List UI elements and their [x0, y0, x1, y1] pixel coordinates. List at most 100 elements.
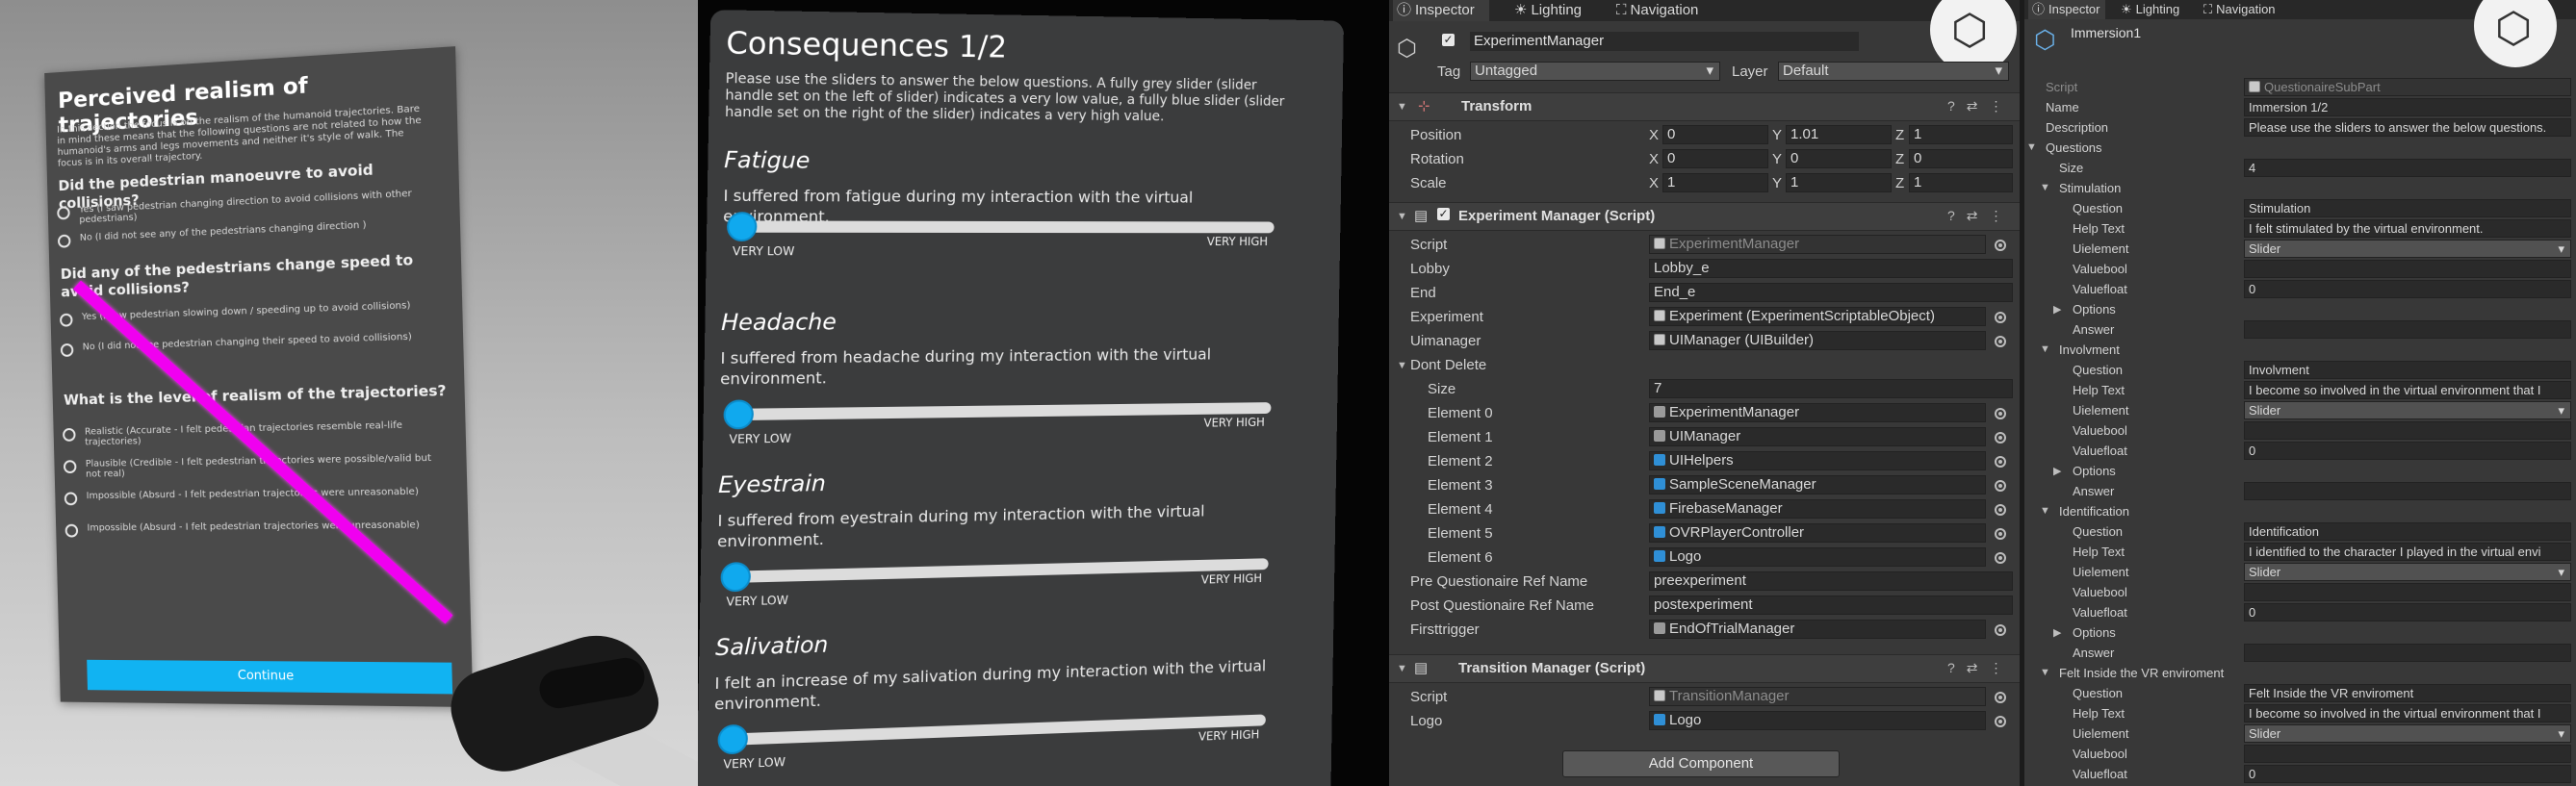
fold-arrow-icon[interactable]: ▼ [2026, 141, 2037, 153]
component-menu-icons[interactable]: ?⇄⋮ [1947, 98, 2015, 114]
fold-arrow-icon[interactable]: ▶ [2053, 465, 2061, 477]
add-component-button[interactable]: Add Component [1562, 750, 1840, 777]
object-picker-icon[interactable] [1995, 240, 2006, 251]
object-picker-icon[interactable] [1995, 716, 2006, 727]
object-field[interactable]: SampleSceneManager [1649, 475, 1986, 494]
slider-handle[interactable] [726, 212, 758, 241]
scale-x-field[interactable]: 1 [1662, 173, 1768, 192]
radio-button[interactable] [60, 342, 74, 357]
property-field[interactable]: Please use the sliders to answer the bel… [2244, 118, 2571, 137]
active-checkbox[interactable]: ✓ [1442, 34, 1455, 46]
rotation-y-field[interactable]: 0 [1786, 149, 1892, 168]
tab-lighting[interactable]: ☀ Lighting [2121, 0, 2198, 19]
q3-option-impossible-2[interactable]: Impossible (Absurd - I felt pedestrian t… [64, 520, 439, 538]
object-picker-icon[interactable] [1995, 336, 2006, 347]
uielement-dropdown[interactable]: Slider ▾ [2244, 401, 2571, 419]
radio-button[interactable] [57, 234, 71, 248]
slider-handle[interactable] [717, 723, 749, 755]
radio-button[interactable] [57, 206, 70, 220]
property-field[interactable]: 0 [2244, 603, 2571, 621]
fold-arrow-icon[interactable]: ▶ [2053, 626, 2061, 639]
object-picker-icon[interactable] [1995, 432, 2006, 444]
q3-option-plausible[interactable]: Plausible (Credible - I felt pedestrian … [63, 453, 437, 480]
property-field[interactable]: I become so involved in the virtual envi… [2244, 704, 2571, 723]
object-picker-icon[interactable] [1995, 692, 2006, 703]
object-picker-icon[interactable] [1995, 408, 2006, 419]
object-name-field[interactable]: ExperimentManager [1470, 32, 1859, 51]
property-field[interactable] [2244, 260, 2571, 278]
property-field[interactable] [2244, 644, 2571, 662]
object-field[interactable]: preexperiment [1649, 571, 2013, 591]
q2-option-no[interactable]: No (I did not see pedestrian changing th… [60, 331, 433, 357]
property-field[interactable]: QuestionaireSubPart [2244, 78, 2571, 96]
property-field[interactable]: I become so involved in the virtual envi… [2244, 381, 2571, 399]
object-field[interactable]: UIManager (UIBuilder) [1649, 331, 1986, 350]
object-field[interactable]: postexperiment [1649, 596, 2013, 615]
object-field[interactable]: ExperimentManager [1649, 403, 1986, 422]
object-field[interactable]: Logo [1649, 547, 1986, 567]
object-field[interactable]: UIHelpers [1649, 451, 1986, 470]
fold-arrow-icon[interactable]: ▼ [2040, 505, 2050, 517]
position-y-field[interactable]: 1.01 [1786, 125, 1892, 144]
property-field[interactable]: Identification [2244, 522, 2571, 541]
radio-button[interactable] [64, 523, 79, 538]
object-field[interactable]: Experiment (ExperimentScriptableObject) [1649, 307, 1986, 326]
continue-button[interactable]: Continue [87, 659, 453, 695]
object-field[interactable]: OVRPlayerController [1649, 523, 1986, 543]
object-field[interactable]: 7 [1649, 379, 2013, 398]
slider-track[interactable] [725, 714, 1266, 746]
object-field[interactable]: Logo [1649, 711, 1986, 730]
q3-option-impossible-1[interactable]: Impossible (Absurd - I felt pedestrian t… [64, 486, 438, 506]
object-field[interactable]: EndOfTrialManager [1649, 620, 1986, 639]
slider-handle[interactable] [720, 561, 752, 593]
position-x-field[interactable]: 0 [1662, 125, 1768, 144]
property-field[interactable] [2244, 583, 2571, 601]
scale-z-field[interactable]: 1 [1909, 173, 2013, 192]
tab-navigation[interactable]: ⛶ Navigation [1616, 0, 1732, 21]
scale-y-field[interactable]: 1 [1786, 173, 1892, 192]
object-field[interactable]: TransitionManager [1649, 687, 1986, 706]
uielement-dropdown[interactable]: Slider ▾ [2244, 563, 2571, 581]
object-field[interactable]: UIManager [1649, 427, 1986, 446]
uielement-dropdown[interactable]: Slider ▾ [2244, 724, 2571, 743]
slider-handle[interactable] [723, 399, 755, 430]
position-z-field[interactable]: 1 [1909, 125, 2013, 144]
property-field[interactable]: Immersion 1/2 [2244, 98, 2571, 116]
property-field[interactable]: Felt Inside the VR enviroment [2244, 684, 2571, 702]
radio-button[interactable] [64, 492, 78, 506]
radio-button[interactable] [63, 460, 77, 474]
property-field[interactable]: Stimulation [2244, 199, 2571, 217]
tab-inspector[interactable]: ⓘ Inspector [1393, 0, 1489, 21]
property-field[interactable]: 0 [2244, 280, 2571, 298]
property-field[interactable] [2244, 745, 2571, 763]
slider-track[interactable] [728, 558, 1269, 584]
slider-track[interactable] [731, 402, 1272, 421]
property-field[interactable]: 0 [2244, 765, 2571, 783]
object-field[interactable]: ExperimentManager [1649, 235, 1986, 254]
object-picker-icon[interactable] [1995, 528, 2006, 540]
object-picker-icon[interactable] [1995, 312, 2006, 323]
transition-manager-component-header[interactable]: ▼ ▤ Transition Manager (Script) ?⇄⋮ [1389, 654, 2020, 683]
tab-inspector[interactable]: ⓘ Inspector [2028, 0, 2105, 19]
property-field[interactable]: 4 [2244, 159, 2571, 177]
radio-button[interactable] [63, 427, 76, 442]
fold-arrow-icon[interactable]: ▼ [1397, 360, 1407, 371]
transform-component-header[interactable]: ▼ ⊹ Transform ?⇄⋮ [1389, 92, 2020, 121]
component-enabled-checkbox[interactable] [1437, 660, 1450, 672]
slider-track[interactable] [734, 220, 1275, 234]
property-field[interactable]: 0 [2244, 442, 2571, 460]
property-field[interactable] [2244, 421, 2571, 440]
rotation-z-field[interactable]: 0 [1909, 149, 2013, 168]
radio-button[interactable] [59, 313, 73, 327]
object-picker-icon[interactable] [1995, 480, 2006, 492]
fold-arrow-icon[interactable]: ▼ [2040, 343, 2050, 355]
property-field[interactable]: I felt stimulated by the virtual environ… [2244, 219, 2571, 238]
fold-arrow-icon[interactable]: ▼ [1397, 663, 1407, 674]
object-picker-icon[interactable] [1995, 552, 2006, 564]
uielement-dropdown[interactable]: Slider ▾ [2244, 240, 2571, 258]
experiment-manager-component-header[interactable]: ▼ ▤ ✓ Experiment Manager (Script) ?⇄⋮ [1389, 202, 2020, 231]
component-menu-icons[interactable]: ?⇄⋮ [1947, 660, 2015, 676]
object-field[interactable]: Lobby_e [1649, 259, 2013, 278]
property-field[interactable] [2244, 320, 2571, 339]
fold-arrow-icon[interactable]: ▶ [2053, 303, 2061, 316]
